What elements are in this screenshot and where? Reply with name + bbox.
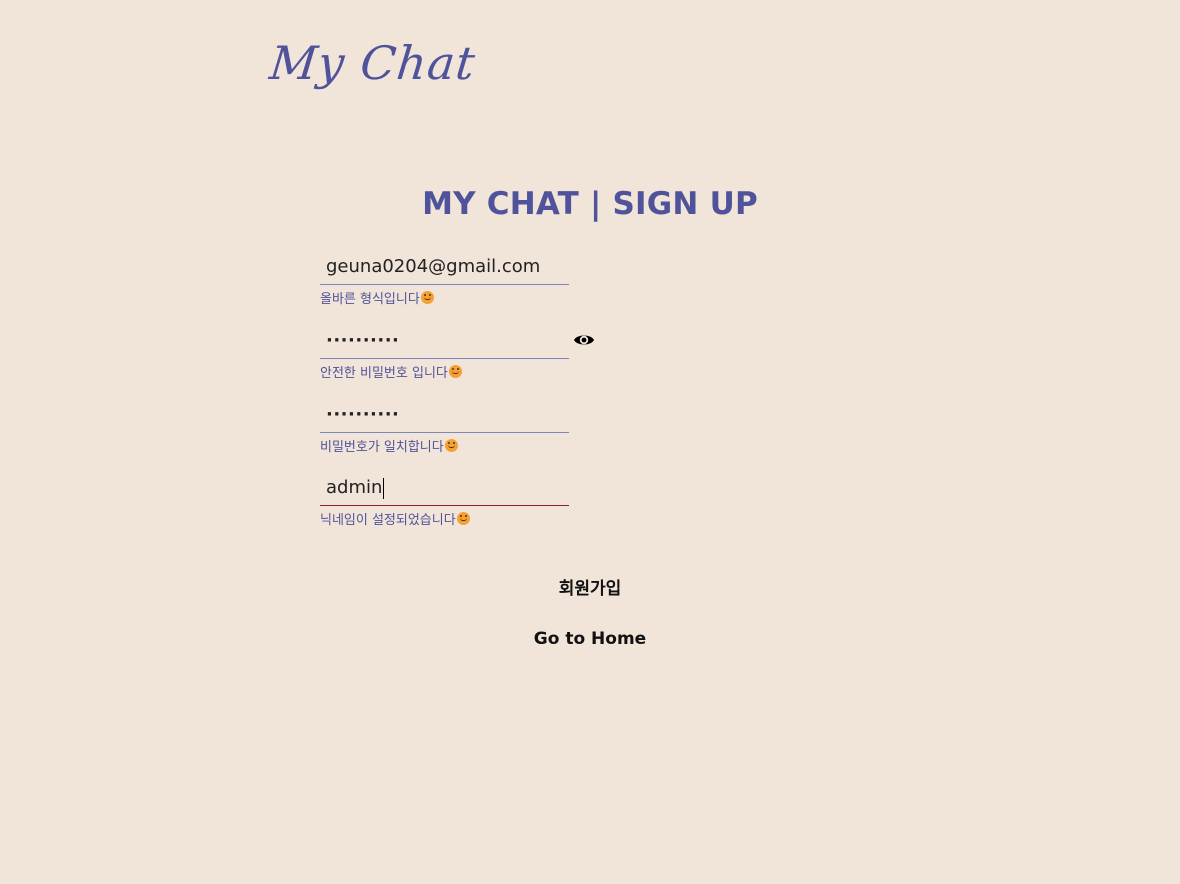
password-confirm-group: ·········· 비밀번호가 일치합니다 [320,397,569,455]
password-status-message: 안전한 비밀번호 입니다 [320,362,569,381]
smiling-face-icon [444,438,458,452]
smiling-face-icon [420,290,434,304]
nickname-status-message: 닉네임이 설정되었습니다 [320,509,569,528]
text-caret [383,477,385,499]
email-status-message: 올바른 형식입니다 [320,288,569,307]
go-to-home-link[interactable]: Go to Home [534,629,646,649]
email-status-text: 올바른 형식입니다 [320,291,420,307]
password-confirm-field[interactable]: ·········· [320,397,569,433]
nickname-status-text: 닉네임이 설정되었습니다 [320,512,456,528]
nickname-value: admin [326,477,383,498]
nickname-field[interactable]: admin [320,470,569,506]
smiling-face-icon [448,364,462,378]
password-confirm-status-text: 비밀번호가 일치합니다 [320,439,444,455]
password-status-text: 안전한 비밀번호 입니다 [320,365,448,381]
signup-button-row: 회원가입 [0,574,1180,599]
home-link-row: Go to Home [0,629,1180,649]
password-group: ·········· 안전한 비밀번호 입니다 [320,323,569,381]
email-field[interactable]: geuna0204@gmail.com [320,249,569,285]
password-confirm-status-message: 비밀번호가 일치합니다 [320,436,569,455]
eye-icon[interactable] [573,331,595,349]
signup-page: My Chat MY CHAT | SIGN UP geuna0204@gmai… [0,0,1180,884]
password-field[interactable]: ·········· [320,323,569,359]
page-title: MY CHAT | SIGN UP [422,186,758,222]
signup-button[interactable]: 회원가입 [559,579,622,599]
email-group: geuna0204@gmail.com 올바른 형식입니다 [320,249,569,307]
nickname-group: admin 닉네임이 설정되었습니다 [320,470,569,528]
smiling-face-icon [456,511,470,525]
logo[interactable]: My Chat [267,36,478,90]
